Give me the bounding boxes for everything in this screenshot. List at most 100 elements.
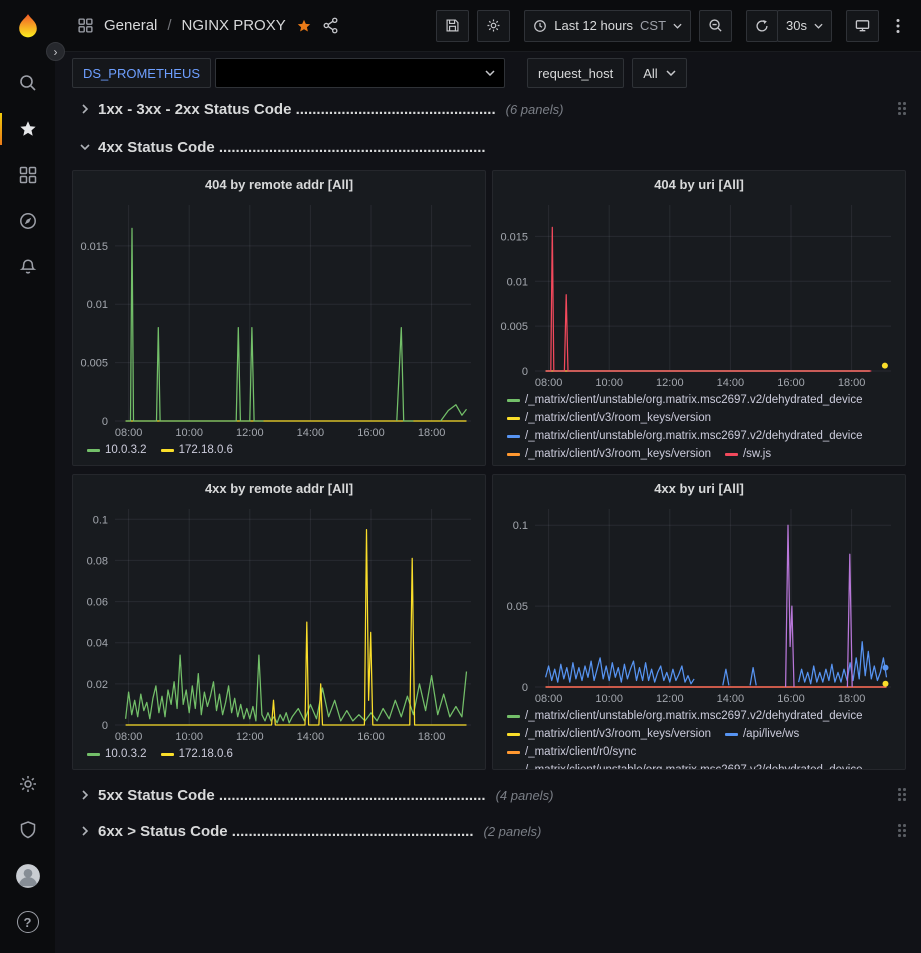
svg-text:16:00: 16:00 [777,377,805,389]
favorite-star-icon[interactable] [296,18,312,34]
topbar: General / NGINX PROXY Last 12 hours CST … [55,0,921,52]
chart-canvas[interactable]: 00.020.040.060.080.108:0010:0012:0014:00… [73,501,485,743]
row-chevron-icon [80,104,90,114]
svg-text:0.01: 0.01 [507,276,528,288]
legend-swatch [87,753,100,756]
panel-title[interactable]: 4xx by uri [All] [493,475,905,501]
svg-text:12:00: 12:00 [656,377,684,389]
panel-title[interactable]: 404 by remote addr [All] [73,171,485,197]
save-button[interactable] [436,10,469,42]
legend-item[interactable]: /_matrix/client/v3/room_keys/version [507,445,711,463]
shield-icon [18,820,38,840]
panels-grid: 404 by remote addr [All] 00.0050.010.015… [72,170,921,770]
row-header-6xx[interactable]: 6xx > Status Code ......................… [80,816,909,846]
row-drag-handle[interactable] [896,100,909,118]
legend-item[interactable]: /sw.js [725,445,771,463]
legend-swatch [507,733,520,736]
kiosk-mode-button[interactable] [846,10,879,42]
svg-text:08:00: 08:00 [535,693,563,705]
sidebar-item-server-admin[interactable] [0,807,55,853]
legend: /_matrix/client/unstable/org.matrix.msc2… [493,705,905,769]
compass-icon [18,211,38,231]
sidebar-item-dashboards[interactable] [0,152,55,198]
legend-item[interactable]: /_matrix/client/v3/room_keys/version [507,409,711,427]
legend-item[interactable]: 172.18.0.6 [161,441,233,459]
row-header-4xx[interactable]: 4xx Status Code ........................… [80,132,909,162]
request-host-select[interactable]: All [632,58,686,88]
legend-item[interactable]: /_matrix/client/r0/sync [507,743,636,761]
kebab-menu-button[interactable] [887,10,909,42]
time-picker-button[interactable]: Last 12 hours CST [524,10,691,42]
legend-label: /sw.js [743,445,771,463]
legend-item[interactable]: /_matrix/client/unstable/org.matrix.msc2… [507,761,863,769]
legend-swatch [507,435,520,438]
sidebar-item-help[interactable]: ? [0,899,55,945]
svg-text:0.02: 0.02 [87,679,108,691]
legend-swatch [161,449,174,452]
row-panel-count: (6 panels) [506,102,564,117]
legend-item[interactable]: 10.0.3.2 [87,441,147,459]
chart-canvas[interactable]: 00.0050.010.01508:0010:0012:0014:0016:00… [73,197,485,439]
legend-label: /_matrix/client/r0/sync [525,743,636,761]
panel-title[interactable]: 4xx by remote addr [All] [73,475,485,501]
legend-label: 10.0.3.2 [105,745,147,763]
chevron-down-icon [485,70,495,76]
refresh-group: 30s [746,10,832,42]
legend-swatch [725,733,738,736]
panel-title[interactable]: 404 by uri [All] [493,171,905,197]
breadcrumb-title[interactable]: NGINX PROXY [182,17,286,34]
refresh-interval-button[interactable]: 30s [777,10,832,42]
save-icon [445,18,460,33]
chart-canvas[interactable]: 00.0050.010.01508:0010:0012:0014:0016:00… [493,197,905,389]
chart-canvas[interactable]: 00.050.108:0010:0012:0014:0016:0018:00 [493,501,905,705]
svg-text:0.015: 0.015 [80,241,108,253]
svg-text:14:00: 14:00 [717,377,745,389]
sidebar-item-explore[interactable] [0,198,55,244]
share-icon[interactable] [322,17,339,34]
refresh-button[interactable] [746,10,778,42]
chevron-down-icon [666,70,676,76]
legend-item[interactable]: /_matrix/client/v3/room_keys/version [507,725,711,743]
sidebar-item-search[interactable] [0,60,55,106]
row-header-1xx-3xx-2xx[interactable]: 1xx - 3xx - 2xx Status Code ............… [80,94,909,124]
legend-label: /_matrix/client/v3/room_keys/version [525,445,711,463]
sidebar-item-starred[interactable] [0,106,55,152]
grafana-logo[interactable] [8,8,48,48]
user-avatar[interactable] [0,853,55,899]
svg-text:10:00: 10:00 [175,427,203,439]
legend-swatch [507,715,520,718]
breadcrumb-folder[interactable]: General [104,17,157,34]
svg-text:0.1: 0.1 [513,520,528,532]
grid-icon [18,165,38,185]
legend-item[interactable]: 10.0.3.2 [87,745,147,763]
chevron-down-icon [814,23,823,29]
legend-item[interactable]: /_matrix/client/unstable/org.matrix.msc2… [507,427,863,445]
zoom-out-button[interactable] [699,10,732,42]
svg-text:14:00: 14:00 [717,693,745,705]
svg-text:12:00: 12:00 [236,427,264,439]
variables-bar: DS_PROMETHEUS request_host All [55,52,921,94]
datasource-select[interactable] [215,58,505,88]
legend-item[interactable]: 172.18.0.6 [161,745,233,763]
avatar-icon [15,863,41,889]
chevron-down-icon [673,23,682,29]
sidebar-item-configuration[interactable] [0,761,55,807]
row-drag-handle[interactable] [896,786,909,804]
svg-text:0: 0 [522,366,528,378]
legend-item[interactable]: /_matrix/client/unstable/org.matrix.msc2… [507,707,863,725]
datasource-label[interactable]: DS_PROMETHEUS [72,58,211,88]
row-header-5xx[interactable]: 5xx Status Code ........................… [80,780,909,810]
sidebar-expand-button[interactable]: › [46,42,65,61]
dashboard-settings-button[interactable] [477,10,510,42]
legend-item[interactable]: /_matrix/client/unstable/org.matrix.msc2… [507,391,863,409]
gear-icon [18,774,38,794]
legend-item[interactable]: /api/live/ws [725,725,799,743]
sidebar-item-alerting[interactable] [0,244,55,290]
refresh-interval-label: 30s [786,18,807,33]
svg-text:12:00: 12:00 [656,693,684,705]
refresh-icon [755,19,769,33]
svg-text:08:00: 08:00 [115,731,143,743]
timezone-label: CST [640,18,666,33]
row-drag-handle[interactable] [896,822,909,840]
monitor-icon [855,18,870,33]
